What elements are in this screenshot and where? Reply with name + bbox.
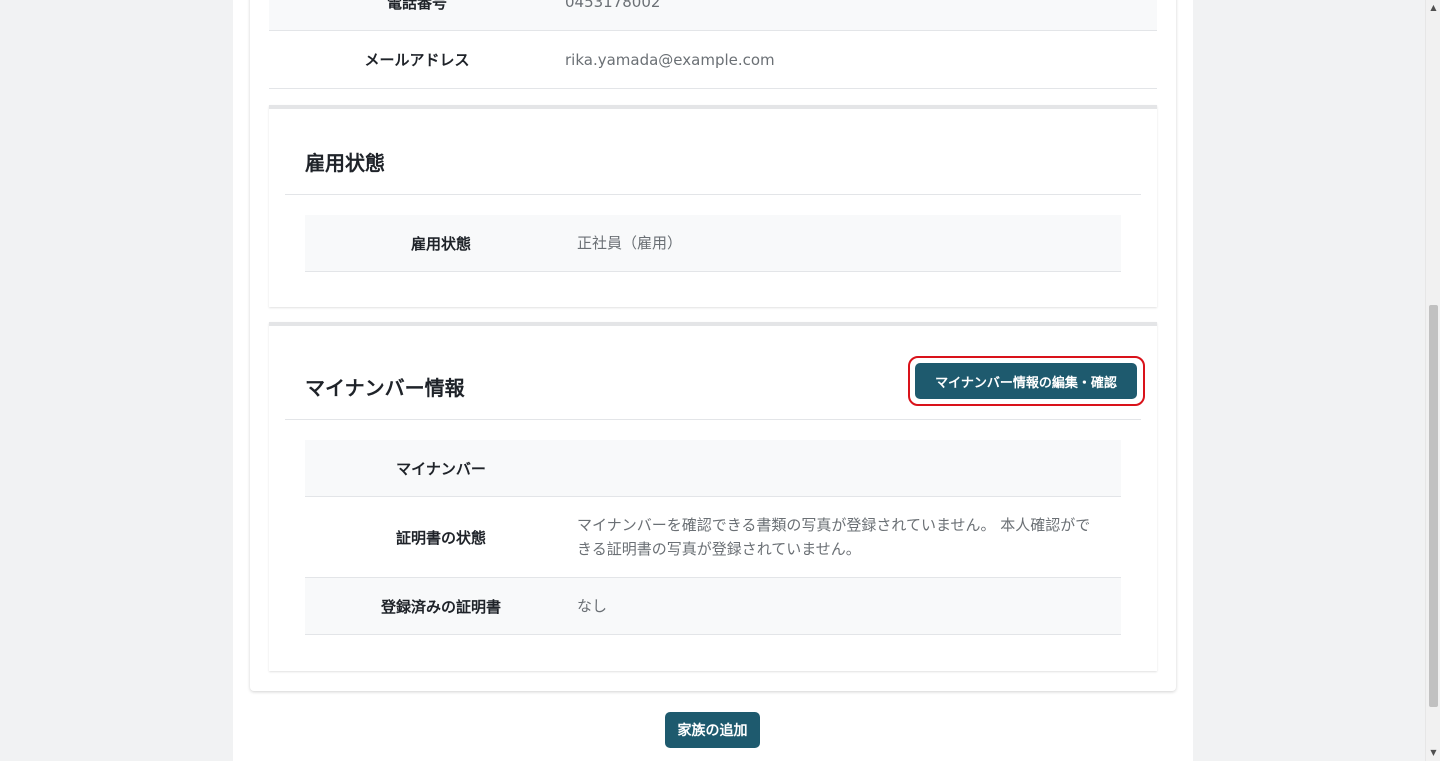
- phone-label: 電話番号: [386, 0, 447, 12]
- registered-certificate-row: 登録済みの証明書 なし: [305, 578, 1121, 635]
- employment-status-card: 雇用状態 雇用状態 正社員（雇用）: [269, 105, 1157, 307]
- mynumber-card-title: マイナンバー情報: [305, 376, 465, 400]
- employment-status-value: 正社員（雇用）: [577, 234, 683, 252]
- mynumber-card-header: マイナンバー情報 マイナンバー情報の編集・確認: [285, 326, 1145, 420]
- mynumber-card: マイナンバー情報 マイナンバー情報の編集・確認 マイナンバー 証明書の状態 マイ…: [269, 322, 1157, 671]
- email-value: rika.yamada@example.com: [565, 50, 775, 69]
- registered-certificate-label: 登録済みの証明書: [380, 597, 501, 616]
- mynumber-edit-button[interactable]: マイナンバー情報の編集・確認: [915, 363, 1137, 399]
- scroll-up-arrow-icon[interactable]: ▲: [1426, 0, 1440, 15]
- scroll-down-arrow-icon[interactable]: ▼: [1426, 745, 1440, 760]
- scroll-thumb[interactable]: [1429, 305, 1438, 707]
- mynumber-label: マイナンバー: [396, 459, 486, 478]
- employment-card-title: 雇用状態: [305, 151, 385, 175]
- page-scrollbar[interactable]: ▲ ▼: [1425, 0, 1440, 761]
- employment-table: 雇用状態 正社員（雇用）: [305, 215, 1121, 272]
- email-row: メールアドレス rika.yamada@example.com: [269, 31, 1157, 89]
- certificate-status-row: 証明書の状態 マイナンバーを確認できる書類の写真が登録されていません。 本人確認…: [305, 497, 1121, 578]
- mynumber-table: マイナンバー 証明書の状態 マイナンバーを確認できる書類の写真が登録されていませ…: [305, 440, 1121, 635]
- certificate-status-label: 証明書の状態: [395, 528, 486, 547]
- employment-status-row: 雇用状態 正社員（雇用）: [305, 215, 1121, 272]
- phone-value: 0453178002: [565, 0, 661, 11]
- email-label: メールアドレス: [364, 51, 470, 69]
- add-family-button[interactable]: 家族の追加: [665, 712, 760, 748]
- employment-card-header: 雇用状態: [285, 109, 1141, 195]
- mynumber-row: マイナンバー: [305, 440, 1121, 497]
- certificate-status-value: マイナンバーを確認できる書類の写真が登録されていません。 本人確認ができる証明書…: [577, 516, 1091, 558]
- employment-status-label: 雇用状態: [410, 234, 471, 253]
- registered-certificate-value: なし: [577, 597, 608, 615]
- phone-row: 電話番号 0453178002: [269, 0, 1157, 31]
